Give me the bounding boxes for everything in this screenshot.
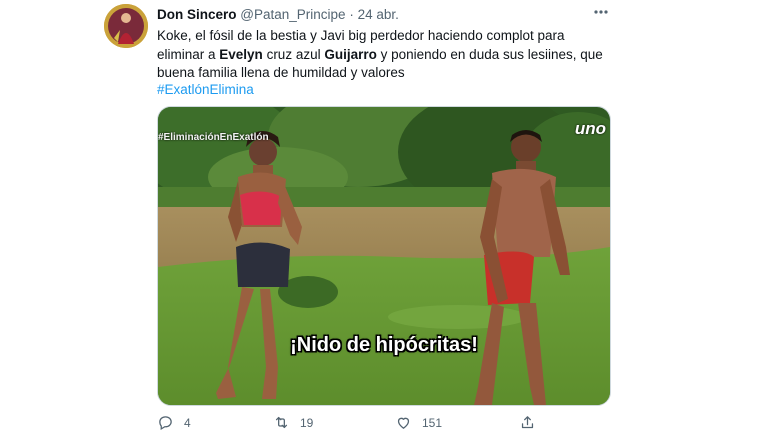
display-name[interactable]: Don Sincero	[157, 7, 237, 22]
separator-dot: ·	[349, 7, 354, 22]
heart-icon	[397, 417, 410, 429]
media-overlay-hashtag: #EliminaciónEnExatlón	[158, 132, 269, 143]
share-icon	[521, 416, 534, 429]
retweet-icon	[275, 416, 288, 429]
tweet-text: Koke, el fósil de la bestia y Javi big p…	[157, 28, 603, 80]
mention-bold-guijarro: Guijarro	[324, 46, 377, 62]
mention-bold-evelyn: Evelyn	[219, 46, 263, 62]
retweet-button[interactable]: 19	[273, 414, 313, 431]
reply-count: 4	[184, 415, 191, 430]
channel-logo: uno	[574, 119, 606, 138]
retweet-count: 19	[300, 415, 314, 430]
share-button[interactable]	[519, 414, 546, 431]
reply-button[interactable]: 4	[157, 414, 191, 431]
like-count: 151	[422, 415, 443, 430]
reply-icon	[159, 416, 172, 431]
media-scene	[158, 107, 610, 405]
tweet-media[interactable]: #EliminaciónEnExatlón uno ¡Nido de hipóc…	[157, 106, 611, 406]
user-handle[interactable]: @Patan_Principe	[240, 7, 345, 22]
hashtag-link[interactable]: #ExatlónElimina	[157, 82, 254, 97]
tweet-header: Don Sincero @Patan_Principe · 24 abr.	[157, 6, 399, 23]
tweet-actions: 4 19 151	[157, 414, 609, 434]
tweet-date[interactable]: 24 abr.	[358, 7, 399, 22]
avatar[interactable]	[104, 4, 148, 48]
tweet[interactable]: Don Sincero @Patan_Principe · 24 abr. Ko…	[0, 0, 768, 435]
more-options-icon[interactable]	[592, 3, 610, 21]
like-button[interactable]: 151	[395, 414, 442, 431]
media-subtitle: ¡Nido de hipócritas!	[290, 334, 478, 356]
